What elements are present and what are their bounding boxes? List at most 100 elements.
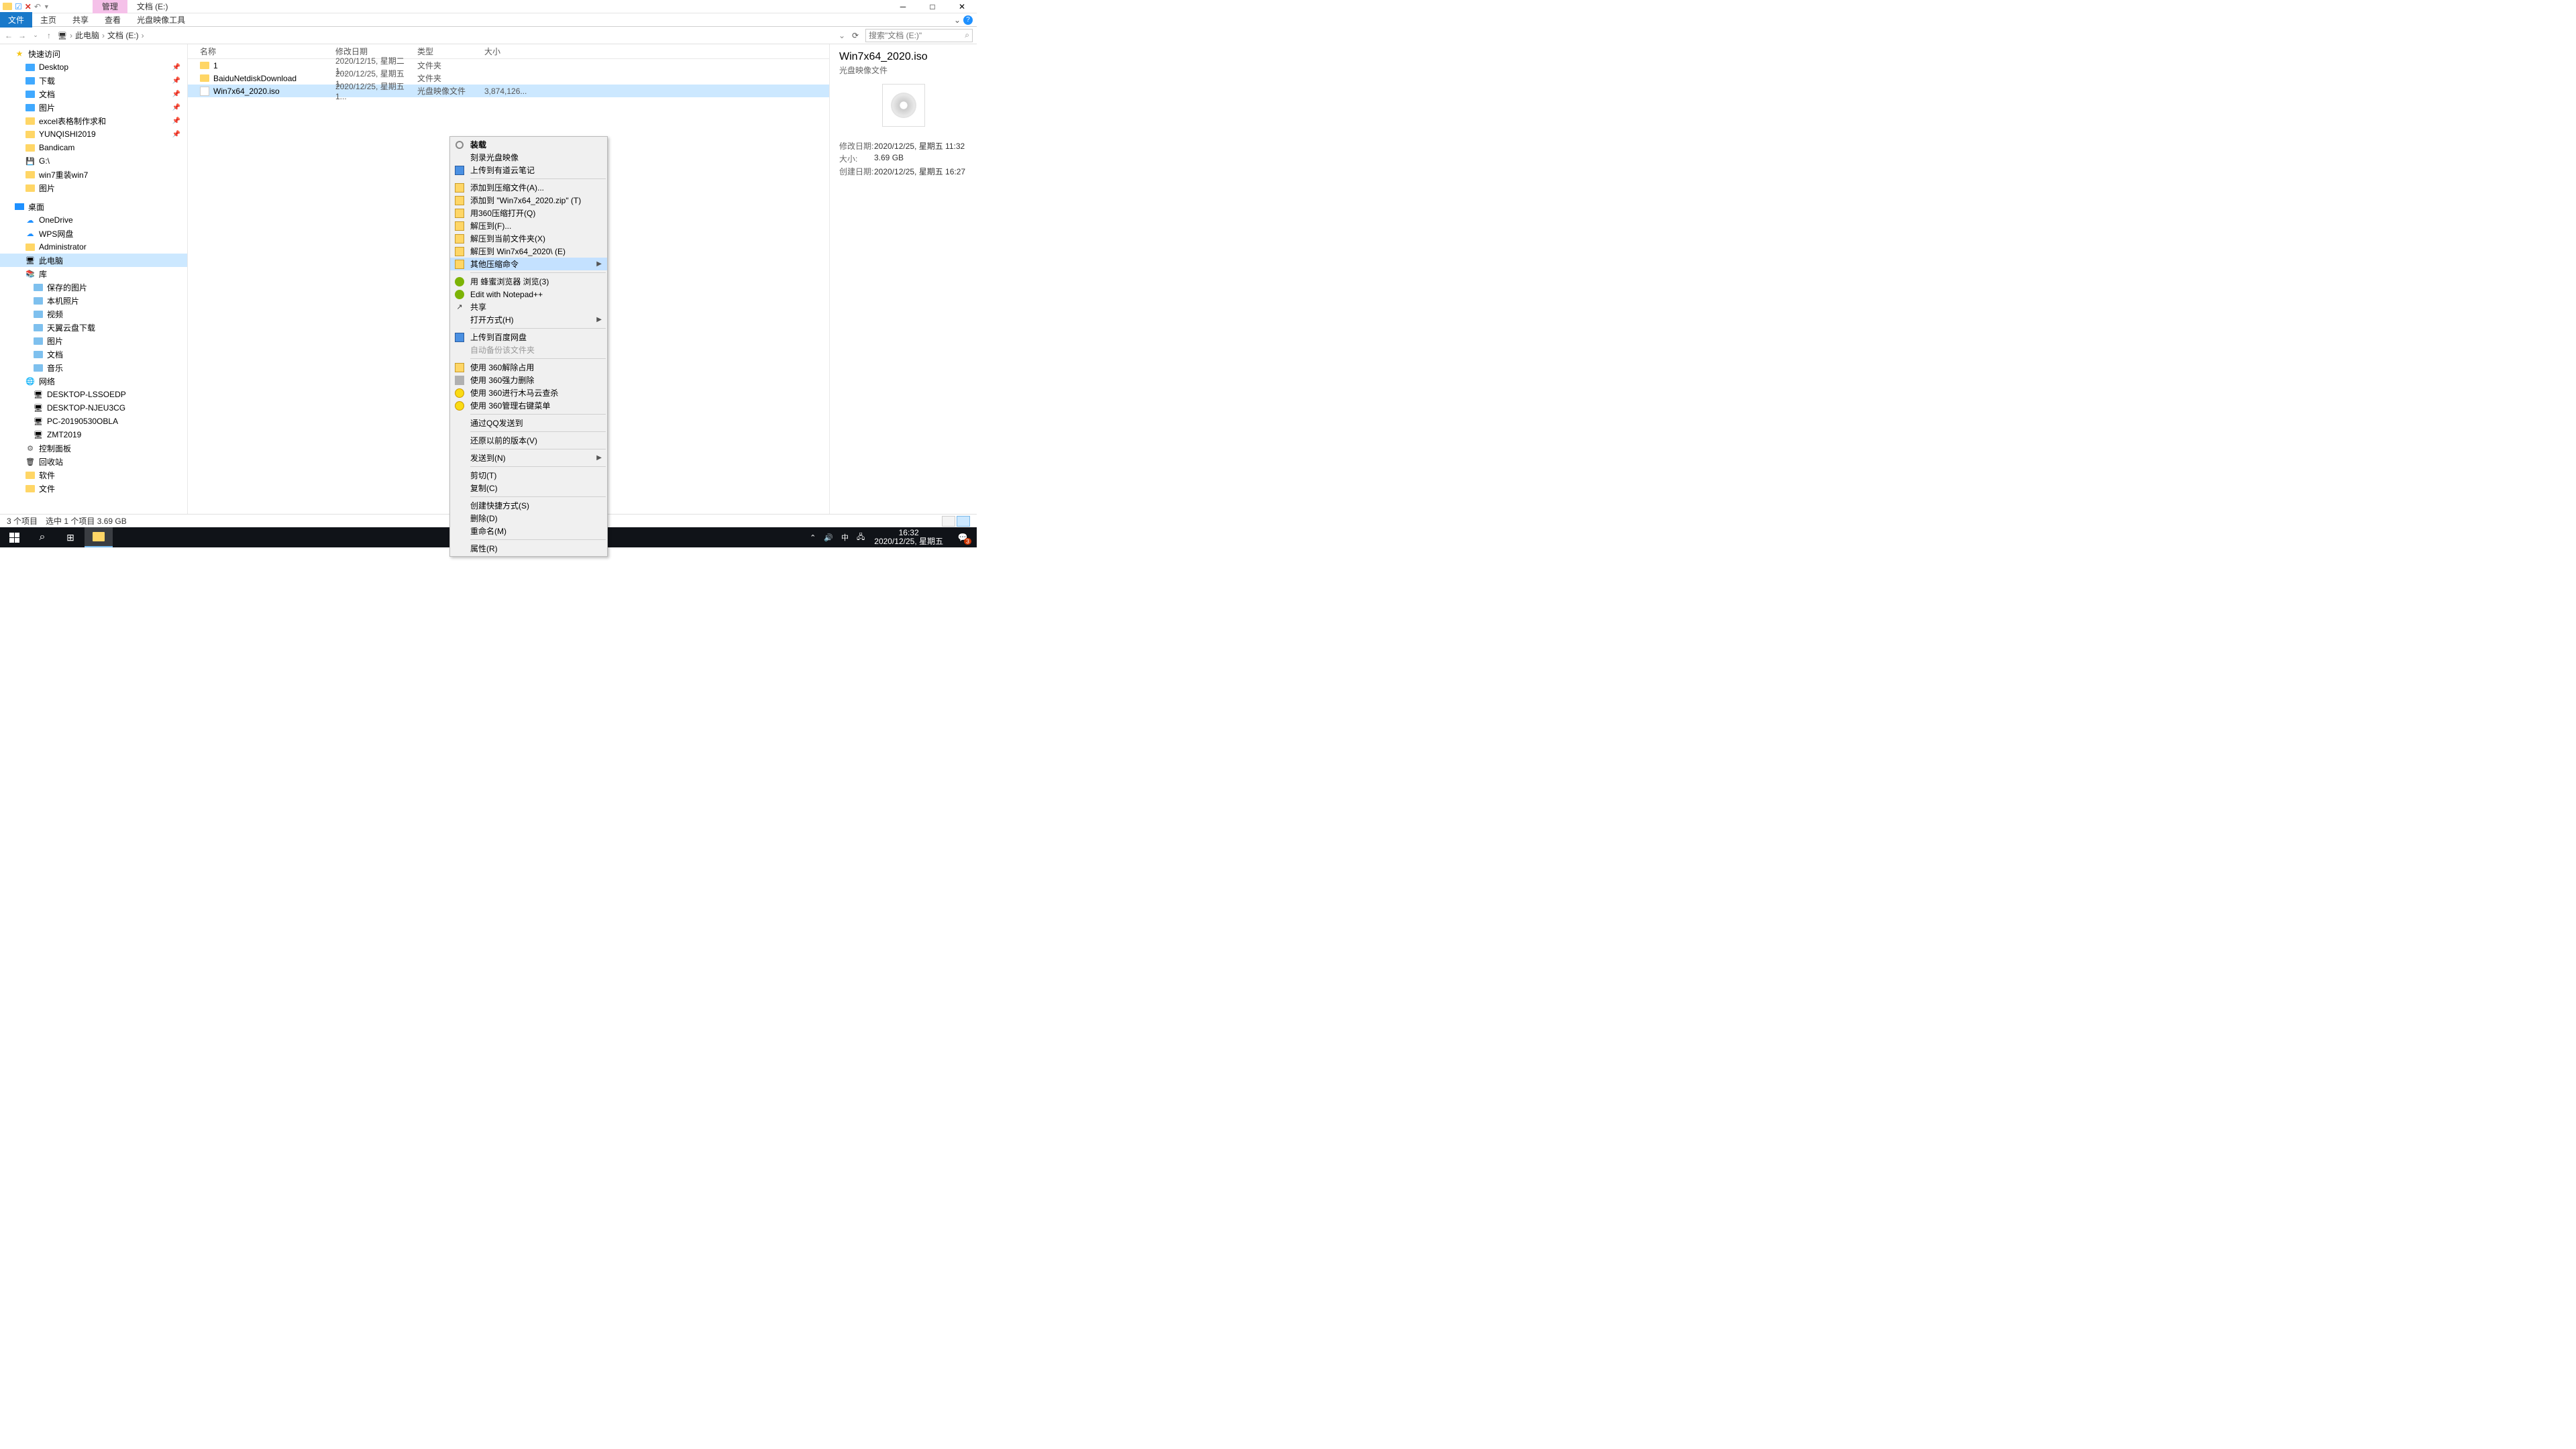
file-row[interactable]: BaiduNetdiskDownload 2020/12/25, 星期五 1..… — [188, 72, 829, 85]
nav-item[interactable]: Administrator — [0, 240, 187, 254]
context-menu-item[interactable]: 用 蜂蜜浏览器 浏览(3) — [450, 275, 607, 288]
nav-item[interactable]: G:\ — [0, 154, 187, 168]
qat-close-icon[interactable]: ✕ — [25, 2, 32, 11]
nav-item[interactable]: DESKTOP-NJEU3CG — [0, 401, 187, 415]
nav-item[interactable]: 图片 — [0, 334, 187, 347]
taskbar-explorer-button[interactable] — [85, 527, 113, 547]
context-menu-item[interactable]: 其他压缩命令▶ — [450, 258, 607, 270]
context-menu-item[interactable]: 重命名(M) — [450, 525, 607, 537]
maximize-button[interactable]: □ — [918, 0, 947, 13]
context-menu-item[interactable]: 解压到 Win7x64_2020\ (E) — [450, 245, 607, 258]
nav-item[interactable]: 天翼云盘下载 — [0, 321, 187, 334]
context-menu-item[interactable]: 还原以前的版本(V) — [450, 434, 607, 447]
nav-item[interactable]: WPS网盘 — [0, 227, 187, 240]
context-menu-item[interactable]: 使用 360进行木马云查杀 — [450, 386, 607, 399]
context-menu-item[interactable]: 解压到当前文件夹(X) — [450, 232, 607, 245]
file-row[interactable]: Win7x64_2020.iso 2020/12/25, 星期五 1... 光盘… — [188, 85, 829, 97]
nav-item[interactable]: 视频 — [0, 307, 187, 321]
context-menu-item[interactable]: 删除(D) — [450, 512, 607, 525]
chevron-right-icon[interactable]: › — [70, 31, 72, 40]
nav-item[interactable]: Desktop📌 — [0, 60, 187, 74]
context-menu-item[interactable]: 添加到 "Win7x64_2020.zip" (T) — [450, 194, 607, 207]
context-menu-item[interactable]: 使用 360强力删除 — [450, 374, 607, 386]
ribbon-tab-disc-tools[interactable]: 光盘映像工具 — [129, 12, 193, 28]
context-menu-item[interactable]: 上传到有道云笔记 — [450, 164, 607, 176]
nav-item[interactable]: OneDrive — [0, 213, 187, 227]
help-icon[interactable]: ? — [963, 15, 973, 25]
context-menu-item[interactable]: 装载 — [450, 138, 607, 151]
nav-item[interactable]: ZMT2019 — [0, 428, 187, 441]
nav-item[interactable]: 文档 — [0, 347, 187, 361]
file-row[interactable]: 1 2020/12/15, 星期二 1... 文件夹 — [188, 59, 829, 72]
taskbar-search-button[interactable] — [28, 527, 56, 547]
nav-item[interactable]: Bandicam — [0, 141, 187, 154]
nav-up-button[interactable]: ↑ — [44, 31, 54, 40]
ribbon-tab-file[interactable]: 文件 — [0, 12, 32, 28]
chevron-right-icon[interactable]: › — [142, 31, 144, 40]
nav-item[interactable]: 图片📌 — [0, 101, 187, 114]
nav-item[interactable]: excel表格制作求和📌 — [0, 114, 187, 127]
tray-overflow-icon[interactable]: ⌃ — [806, 533, 820, 542]
nav-item[interactable]: 控制面板 — [0, 441, 187, 455]
nav-item[interactable]: win7重装win7 — [0, 168, 187, 181]
start-button[interactable] — [0, 527, 28, 547]
context-menu-item[interactable]: Edit with Notepad++ — [450, 288, 607, 301]
context-menu-item[interactable]: 使用 360管理右键菜单 — [450, 399, 607, 412]
breadcrumb[interactable]: › 此电脑 › 文档 (E:) › — [58, 30, 144, 41]
contextual-tab[interactable]: 管理 — [93, 0, 127, 13]
breadcrumb-item[interactable]: 文档 (E:) — [107, 30, 139, 41]
tray-ime-icon[interactable]: 中 — [837, 532, 853, 543]
context-menu-item[interactable]: 刻录光盘映像 — [450, 151, 607, 164]
column-type[interactable]: 类型 — [417, 46, 484, 57]
context-menu-item[interactable]: 剪切(T) — [450, 469, 607, 482]
nav-item[interactable]: 保存的图片 — [0, 280, 187, 294]
nav-quick-access[interactable]: 快速访问 — [0, 47, 187, 60]
context-menu-item[interactable]: 添加到压缩文件(A)... — [450, 181, 607, 194]
nav-back-button[interactable]: ← — [4, 31, 13, 40]
nav-forward-button[interactable]: → — [17, 31, 27, 40]
context-menu-item[interactable]: 共享 — [450, 301, 607, 313]
nav-network[interactable]: 网络 — [0, 374, 187, 388]
context-menu-item[interactable]: 复制(C) — [450, 482, 607, 494]
refresh-button[interactable]: ⟳ — [852, 31, 861, 40]
column-name[interactable]: 名称 — [188, 46, 335, 57]
column-size[interactable]: 大小 — [484, 46, 538, 57]
qat-dropdown-icon[interactable]: ▼ — [44, 3, 50, 10]
chevron-right-icon[interactable]: › — [102, 31, 105, 40]
qat-undo-icon[interactable]: ↶ — [34, 2, 41, 11]
nav-history-button[interactable]: ⌄ — [31, 32, 40, 39]
context-menu-item[interactable]: 通过QQ发送到 — [450, 417, 607, 429]
view-details-button[interactable] — [957, 516, 970, 527]
ribbon-tab-view[interactable]: 查看 — [97, 12, 129, 28]
task-view-button[interactable] — [56, 527, 85, 547]
ribbon-tab-share[interactable]: 共享 — [64, 12, 97, 28]
ribbon-collapse-icon[interactable]: ⌄ — [954, 15, 961, 25]
context-menu-item[interactable]: 用360压缩打开(Q) — [450, 207, 607, 219]
context-menu-item[interactable]: 发送到(N)▶ — [450, 451, 607, 464]
context-menu-item[interactable]: 打开方式(H)▶ — [450, 313, 607, 326]
minimize-button[interactable]: ─ — [888, 0, 918, 13]
context-menu-item[interactable]: 上传到百度网盘 — [450, 331, 607, 343]
tray-network-icon[interactable]: 🖧 — [853, 531, 869, 544]
nav-item[interactable]: 软件 — [0, 468, 187, 482]
context-menu-item[interactable]: 创建快捷方式(S) — [450, 499, 607, 512]
address-dropdown-icon[interactable]: ⌄ — [839, 31, 845, 40]
view-thumbnails-button[interactable] — [942, 516, 955, 527]
ribbon-tab-home[interactable]: 主页 — [32, 12, 64, 28]
search-box[interactable]: ⌕ — [865, 29, 973, 42]
search-icon[interactable]: ⌕ — [965, 30, 969, 40]
nav-item[interactable]: YUNQISHI2019📌 — [0, 127, 187, 141]
nav-item[interactable]: 本机照片 — [0, 294, 187, 307]
nav-item[interactable]: 文档📌 — [0, 87, 187, 101]
nav-item[interactable]: 下载📌 — [0, 74, 187, 87]
nav-item[interactable]: 音乐 — [0, 361, 187, 374]
tray-volume-icon[interactable]: 🔊 — [820, 533, 837, 542]
nav-item[interactable]: PC-20190530OBLA — [0, 415, 187, 428]
qat-checkbox-icon[interactable]: ☑ — [15, 2, 22, 11]
context-menu-item[interactable]: 解压到(F)... — [450, 219, 607, 232]
close-button[interactable]: ✕ — [947, 0, 977, 13]
nav-item[interactable]: 图片 — [0, 181, 187, 195]
context-menu-item[interactable]: 使用 360解除占用 — [450, 361, 607, 374]
context-menu-item[interactable]: 属性(R) — [450, 542, 607, 555]
search-input[interactable] — [869, 31, 965, 40]
